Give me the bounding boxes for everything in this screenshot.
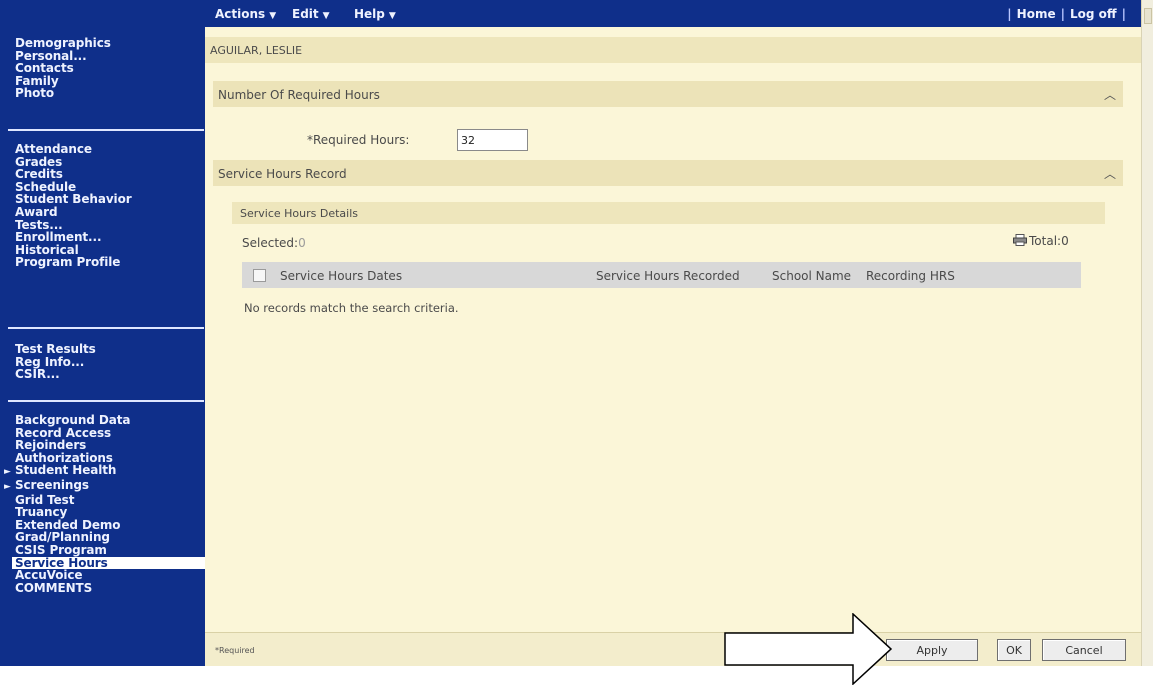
link-separator: |: [1060, 7, 1065, 21]
column-school-name[interactable]: School Name: [772, 269, 851, 283]
sidebar-item-demographics[interactable]: Demographics: [0, 37, 205, 50]
total-value: 0: [1061, 234, 1069, 248]
required-hours-section-header: Number Of Required Hours ︿: [213, 81, 1123, 107]
nav-group-testing: Test Results Reg Info... CSIR...: [0, 343, 205, 381]
required-hours-label: *Required Hours:: [307, 133, 410, 147]
table-header: Service Hours Dates Service Hours Record…: [242, 262, 1081, 288]
required-note: *Required: [215, 646, 255, 655]
nav-group-demographics: Demographics Personal... Contacts Family…: [0, 37, 205, 100]
select-all-checkbox[interactable]: [253, 269, 266, 282]
sidebar-item-enrollment[interactable]: Enrollment...: [0, 231, 205, 244]
selected-count: Selected:0: [242, 236, 306, 250]
sidebar-item-photo[interactable]: Photo: [0, 87, 205, 100]
column-service-hours-dates[interactable]: Service Hours Dates: [280, 269, 402, 283]
sidebar-item-test-results[interactable]: Test Results: [0, 343, 205, 356]
chevron-up-icon[interactable]: ︿: [1103, 86, 1117, 102]
details-subheader: Service Hours Details: [232, 202, 1105, 224]
nav-divider: [8, 327, 204, 329]
menu-edit-label: Edit: [292, 7, 319, 21]
sidebar-item-label: Screenings: [15, 477, 89, 492]
details-title: Service Hours Details: [240, 207, 359, 220]
ok-button[interactable]: OK: [997, 639, 1031, 661]
nav-group-academics: Attendance Grades Credits Schedule Stude…: [0, 143, 205, 269]
log-off-link[interactable]: Log off: [1070, 7, 1117, 21]
caret-down-icon: ▼: [388, 11, 396, 21]
section-title: Service Hours Record: [218, 167, 347, 181]
sidebar-item-csir[interactable]: CSIR...: [0, 368, 205, 381]
nav-divider: [8, 400, 204, 402]
caret-down-icon: ▼: [322, 11, 330, 21]
section-title: Number Of Required Hours: [218, 88, 380, 102]
empty-message: No records match the search criteria.: [244, 301, 459, 315]
link-separator: |: [1007, 7, 1012, 21]
sidebar-item-rejoinders[interactable]: Rejoinders: [0, 439, 205, 452]
sidebar-item-background-data[interactable]: Background Data: [0, 414, 205, 427]
expand-arrow-icon: ►: [4, 467, 11, 478]
vertical-scrollbar[interactable]: [1141, 0, 1153, 666]
link-separator: |: [1121, 7, 1126, 21]
sidebar-item-contacts[interactable]: Contacts: [0, 62, 205, 75]
top-links: | Home | Log off |: [1002, 7, 1131, 21]
column-service-hours-recorded[interactable]: Service Hours Recorded: [596, 269, 740, 283]
nav-divider: [8, 129, 204, 131]
chevron-up-icon[interactable]: ︿: [1103, 165, 1117, 181]
expand-arrow-icon: ►: [4, 481, 11, 492]
menu-actions[interactable]: Actions ▼: [215, 7, 276, 21]
sidebar-item-label: Student Health: [15, 463, 117, 478]
sidebar-nav: Demographics Personal... Contacts Family…: [0, 0, 205, 666]
arrow-right-pointer-icon: [724, 613, 893, 685]
menu-help-label: Help: [354, 7, 385, 21]
selected-label: Selected:: [242, 236, 299, 250]
home-link[interactable]: Home: [1017, 7, 1056, 21]
sidebar-item-screenings[interactable]: ► Screenings: [0, 479, 205, 494]
total-label: Total:: [1029, 234, 1062, 248]
cancel-button[interactable]: Cancel: [1042, 639, 1126, 661]
menu-edit[interactable]: Edit ▼: [292, 7, 330, 21]
menu-actions-label: Actions: [215, 7, 266, 21]
sidebar-item-student-health[interactable]: ► Student Health: [0, 464, 205, 479]
footer-bar: *Required Apply OK Cancel: [205, 632, 1141, 667]
sidebar-item-comments[interactable]: COMMENTS: [0, 582, 205, 595]
nav-group-records: Background Data Record Access Rejoinders…: [0, 414, 205, 594]
column-recording-hrs[interactable]: Recording HRS: [866, 269, 955, 283]
apply-button[interactable]: Apply: [886, 639, 978, 661]
total-count: Total:0: [1013, 234, 1069, 248]
printer-icon[interactable]: [1013, 234, 1027, 246]
sidebar-item-truancy[interactable]: Truancy: [0, 506, 205, 519]
sidebar-item-csis-program[interactable]: CSIS Program: [0, 544, 205, 557]
sidebar-item-accuvoice[interactable]: AccuVoice: [0, 569, 205, 582]
required-hours-input[interactable]: [457, 129, 528, 151]
sidebar-item-attendance[interactable]: Attendance: [0, 143, 205, 156]
sidebar-item-award[interactable]: Award: [0, 206, 205, 219]
menu-help[interactable]: Help ▼: [354, 7, 396, 21]
student-name: AGUILAR, LESLIE: [210, 44, 303, 57]
selected-value: 0: [298, 236, 306, 250]
scrollbar-thumb[interactable]: [1144, 8, 1152, 24]
window-bottom-edge: [0, 666, 1153, 687]
sidebar-item-program-profile[interactable]: Program Profile: [0, 256, 205, 269]
top-menu-bar: Actions ▼ Edit ▼ Help ▼ | Home | Log off |: [205, 0, 1141, 27]
service-hours-section-header: Service Hours Record ︿: [213, 160, 1123, 186]
student-header: AGUILAR, LESLIE: [205, 37, 1141, 63]
caret-down-icon: ▼: [269, 11, 277, 21]
sidebar-item-credits[interactable]: Credits: [0, 168, 205, 181]
main-panel: AGUILAR, LESLIE Number Of Required Hours…: [205, 27, 1141, 667]
